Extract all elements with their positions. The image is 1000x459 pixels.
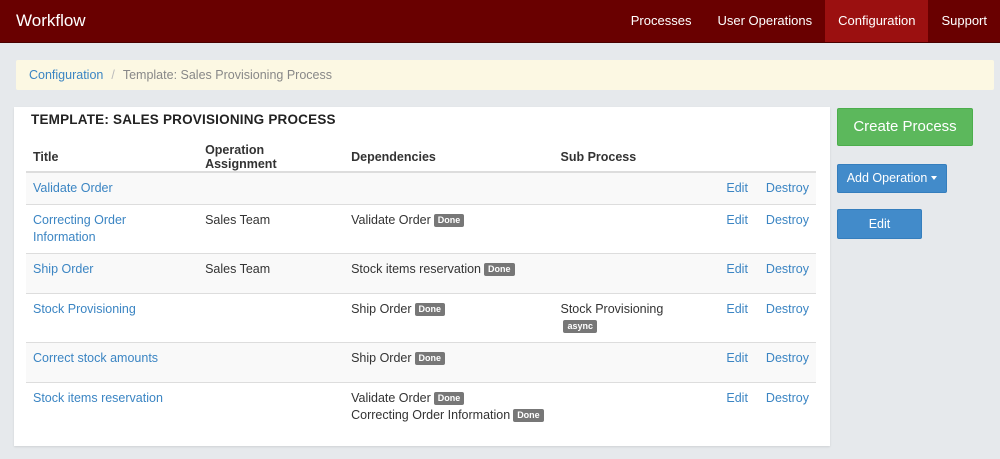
operation-assignment: Sales Team xyxy=(198,204,345,254)
operation-assignment xyxy=(198,171,345,205)
operation-subprocess xyxy=(553,382,702,431)
operation-assignment xyxy=(198,382,345,431)
table-row: Stock items reservation Validate Order Do… xyxy=(26,382,816,431)
add-operation-label: Add Operation xyxy=(846,171,928,185)
table-row: Ship Order Sales Team Stock items reserv… xyxy=(26,253,816,294)
breadcrumb-separator: / xyxy=(111,68,115,82)
table-row: Stock Provisioning Ship Order Done Stock … xyxy=(26,293,816,343)
column-header-dependencies: Dependencies xyxy=(344,143,554,173)
operation-title-link[interactable]: Correct stock amounts xyxy=(33,351,158,365)
status-badge: Done xyxy=(433,392,465,405)
dependency-item: Validate Order Done xyxy=(351,390,546,407)
dependency-item: Stock items reservation Done xyxy=(351,261,546,278)
operation-dependencies: Validate Order Done Correcting Order Infor… xyxy=(344,382,554,431)
edit-link[interactable]: Edit xyxy=(726,351,748,365)
column-header-subprocess: Sub Process xyxy=(553,143,702,173)
operation-dependencies: Ship Order Done xyxy=(344,293,554,343)
edit-template-button[interactable]: Edit xyxy=(837,209,922,239)
subprocess-name: Stock Provisioning xyxy=(560,302,664,316)
operations-table: Title Operation Assignment Dependencies … xyxy=(26,143,816,431)
dependency-item: Correcting Order Information Done xyxy=(351,407,546,424)
status-badge: Done xyxy=(484,263,515,276)
edit-link[interactable]: Edit xyxy=(726,213,748,227)
operation-dependencies xyxy=(344,171,554,205)
operation-title-link[interactable]: Stock items reservation xyxy=(33,391,163,405)
destroy-link[interactable]: Destroy xyxy=(766,302,809,316)
breadcrumb-configuration-link[interactable]: Configuration xyxy=(29,68,103,82)
column-header-actions xyxy=(701,143,816,173)
breadcrumb: Configuration / Template: Sales Provisioni… xyxy=(16,60,994,90)
nav-configuration[interactable]: Configuration xyxy=(825,0,929,42)
operation-assignment xyxy=(198,342,345,383)
status-badge: Done xyxy=(433,214,465,227)
operation-assignment xyxy=(198,293,345,343)
caret-down-icon xyxy=(931,176,938,180)
column-header-assignment: Operation Assignment xyxy=(198,143,345,173)
dependency-name: Ship Order xyxy=(351,351,412,365)
status-badge: Done xyxy=(513,409,544,422)
edit-link[interactable]: Edit xyxy=(726,262,748,276)
dependency-name: Validate Order xyxy=(351,391,431,405)
operation-title-link[interactable]: Correcting Order Information xyxy=(33,213,126,244)
operation-subprocess xyxy=(553,342,702,383)
dependency-name: Correcting Order Information xyxy=(351,408,511,422)
operation-assignment: Sales Team xyxy=(198,253,345,294)
edit-link[interactable]: Edit xyxy=(726,391,748,405)
main-nav: Processes User Operations Configuration … xyxy=(618,0,1000,42)
status-badge: Done xyxy=(414,352,446,365)
dependency-name: Stock items reservation xyxy=(351,262,482,276)
column-header-title: Title xyxy=(26,143,199,173)
destroy-link[interactable]: Destroy xyxy=(766,181,809,195)
dependency-name: Ship Order xyxy=(351,302,412,316)
nav-user-operations[interactable]: User Operations xyxy=(704,0,825,42)
table-row: Correct stock amounts Ship Order Done Edi… xyxy=(26,342,816,383)
destroy-link[interactable]: Destroy xyxy=(766,262,809,276)
table-row: Validate Order Edit Destroy xyxy=(26,171,816,205)
destroy-link[interactable]: Destroy xyxy=(766,391,809,405)
destroy-link[interactable]: Destroy xyxy=(766,351,809,365)
async-badge: async xyxy=(563,320,598,333)
dependency-item: Validate Order Done xyxy=(351,212,546,229)
operation-title-link[interactable]: Validate Order xyxy=(33,181,113,195)
nav-processes[interactable]: Processes xyxy=(618,0,705,42)
add-operation-dropdown-button[interactable]: Add Operation xyxy=(837,164,947,193)
edit-link[interactable]: Edit xyxy=(726,181,748,195)
operation-title-link[interactable]: Ship Order xyxy=(33,262,93,276)
operation-subprocess xyxy=(553,253,702,294)
status-badge: Done xyxy=(414,303,446,316)
edit-link[interactable]: Edit xyxy=(726,302,748,316)
nav-support[interactable]: Support xyxy=(928,0,1000,42)
template-panel: TEMPLATE: SALES PROVISIONING PROCESS Tit… xyxy=(14,107,830,446)
brand-logo[interactable]: Workflow xyxy=(0,0,102,42)
operation-dependencies: Validate Order Done xyxy=(344,204,554,254)
operation-dependencies: Stock items reservation Done xyxy=(344,253,554,294)
operation-title-link[interactable]: Stock Provisioning xyxy=(33,302,136,316)
top-navbar: Workflow Processes User Operations Confi… xyxy=(0,0,1000,43)
operation-dependencies: Ship Order Done xyxy=(344,342,554,383)
table-header-row: Title Operation Assignment Dependencies … xyxy=(26,143,816,173)
table-row: Correcting Order Information Sales Team … xyxy=(26,204,816,254)
breadcrumb-current: Template: Sales Provisioning Process xyxy=(122,68,332,82)
operation-subprocess xyxy=(553,204,702,254)
dependency-name: Validate Order xyxy=(351,213,431,227)
page-title: TEMPLATE: SALES PROVISIONING PROCESS xyxy=(31,112,336,127)
dependency-item: Ship Order Done xyxy=(351,350,546,367)
dependency-item: Ship Order Done xyxy=(351,301,546,318)
destroy-link[interactable]: Destroy xyxy=(766,213,809,227)
create-process-button[interactable]: Create Process xyxy=(837,108,973,146)
operation-subprocess xyxy=(553,171,702,205)
operation-subprocess: Stock Provisioning async xyxy=(553,293,702,343)
